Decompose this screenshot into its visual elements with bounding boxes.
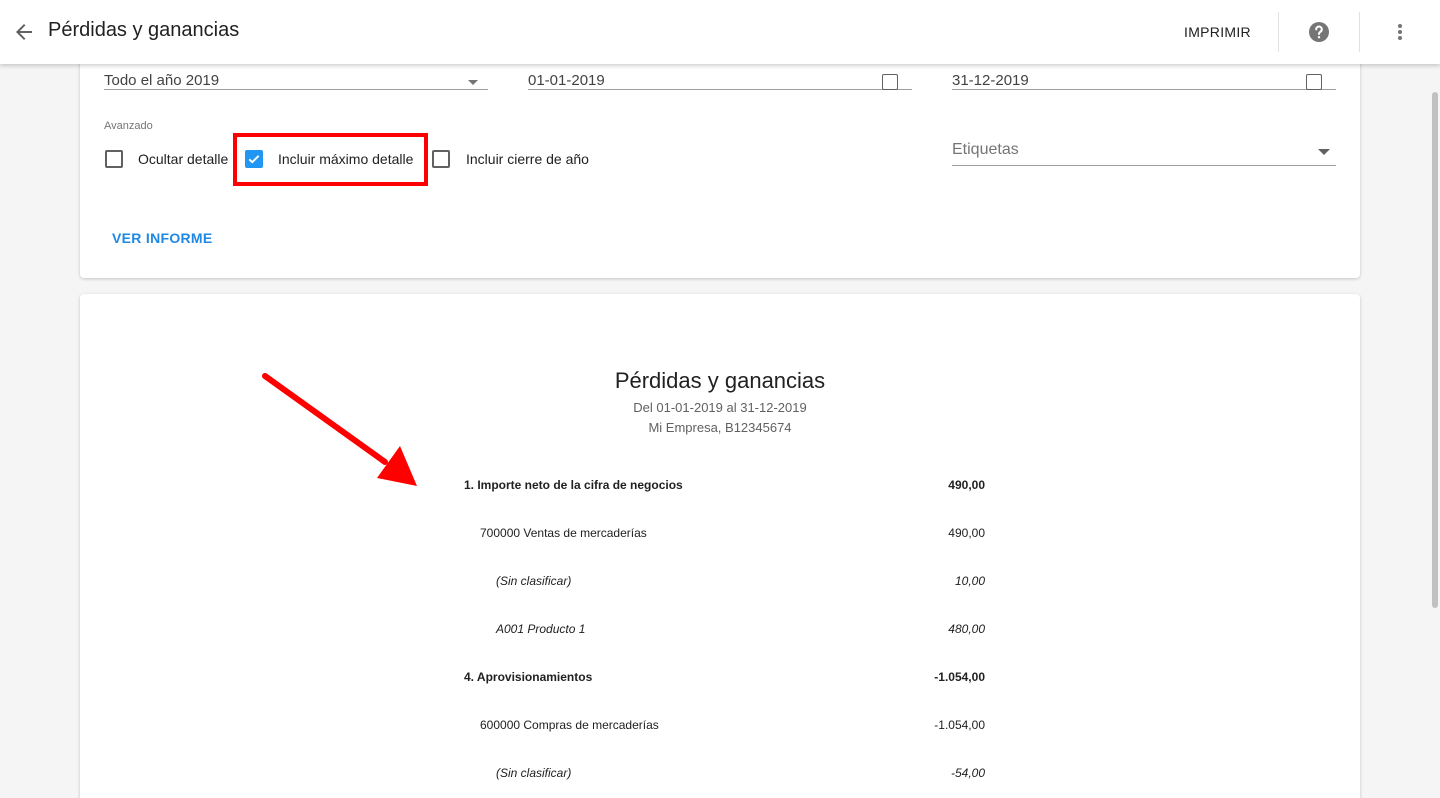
more-vert-icon[interactable]: [1388, 20, 1412, 44]
row-label: 1. Importe neto de la cifra de negocios: [464, 478, 683, 492]
report-row: 4. Aprovisionamientos -1.054,00: [464, 670, 985, 690]
toolbar-divider: [1278, 12, 1279, 52]
report-row: A001 Producto 1 480,00: [464, 622, 985, 642]
to-date-field[interactable]: 31-12-2019: [952, 60, 1336, 90]
row-label: A001 Producto 1: [496, 622, 586, 636]
row-label: (Sin clasificar): [496, 766, 572, 780]
advanced-label: Avanzado: [104, 120, 153, 132]
row-label: 4. Aprovisionamientos: [464, 670, 593, 684]
report-row: (Sin clasificar) 10,00: [464, 574, 985, 594]
report-row: 700000 Ventas de mercaderías 490,00: [464, 526, 985, 546]
print-button[interactable]: IMPRIMIR: [1168, 16, 1267, 48]
app-bar: Pérdidas y ganancias IMPRIMIR: [0, 0, 1440, 64]
row-amount: -1.054,00: [934, 718, 985, 732]
report-row: (Sin clasificar) -54,00: [464, 766, 985, 786]
tags-placeholder: Etiquetas: [952, 141, 1019, 158]
highlight-box: [233, 133, 428, 186]
hide-detail-label[interactable]: Ocultar detalle: [138, 150, 228, 168]
report-row: 1. Importe neto de la cifra de negocios …: [464, 478, 985, 498]
period-select[interactable]: Todo el año 2019: [104, 60, 488, 90]
arrow-back-icon[interactable]: [12, 20, 36, 44]
from-date-field[interactable]: 01-01-2019: [528, 60, 912, 90]
row-label: (Sin clasificar): [496, 574, 572, 588]
hide-detail-checkbox[interactable]: [105, 150, 123, 168]
calendar-icon[interactable]: [882, 74, 898, 90]
toolbar-divider: [1359, 12, 1360, 52]
year-close-label[interactable]: Incluir cierre de año: [466, 150, 589, 168]
row-amount: -54,00: [950, 766, 985, 780]
year-close-checkbox[interactable]: [432, 150, 450, 168]
row-amount: 490,00: [948, 526, 985, 540]
view-report-button[interactable]: VER INFORME: [104, 226, 221, 250]
row-amount: 490,00: [948, 478, 985, 492]
period-value: Todo el año 2019: [104, 72, 220, 89]
dropdown-arrow-icon: [1318, 149, 1330, 155]
row-amount: -1.054,00: [934, 670, 985, 684]
calendar-icon[interactable]: [1306, 74, 1322, 90]
report-row: 600000 Compras de mercaderías -1.054,00: [464, 718, 985, 738]
to-date-value: 31-12-2019: [952, 72, 1029, 89]
tags-select[interactable]: Etiquetas: [952, 140, 1336, 166]
help-icon[interactable]: [1307, 20, 1331, 44]
scrollbar[interactable]: [1432, 92, 1438, 608]
dropdown-arrow-icon: [468, 80, 478, 85]
row-amount: 10,00: [954, 574, 985, 588]
page-title: Pérdidas y ganancias: [48, 19, 240, 41]
annotation-arrow-icon: [262, 373, 417, 486]
row-label: 700000 Ventas de mercaderías: [480, 526, 647, 540]
from-date-value: 01-01-2019: [528, 72, 605, 89]
row-label: 600000 Compras de mercaderías: [480, 718, 659, 732]
row-amount: 480,00: [948, 622, 985, 636]
